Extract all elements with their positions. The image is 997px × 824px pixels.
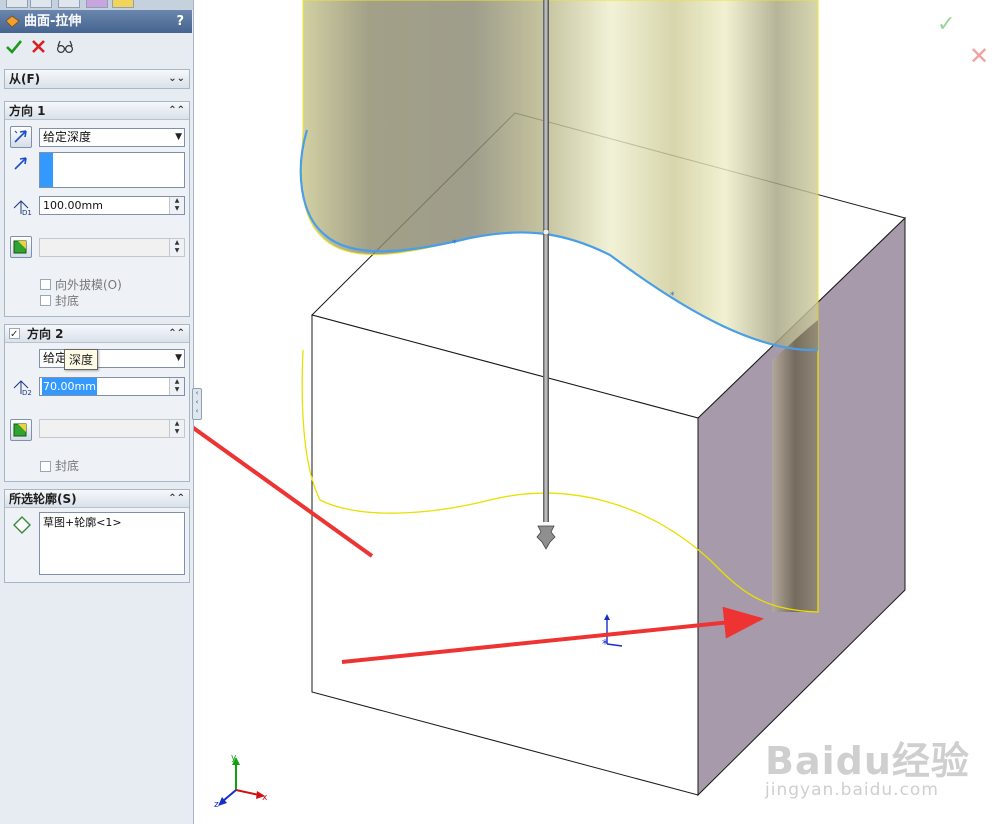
direction1-depth-input[interactable]: 100.00mm ▲ ▼ <box>39 196 185 215</box>
direction1-cap-label: 封底 <box>55 294 80 308</box>
draft-outward-label: 向外拔模(O) <box>55 278 122 292</box>
direction1-section: 方向 1 ⌃⌃ 给定深度 ▼ D1 100.00mm ▲ ▼ ▲ ▼ 向外拔模(O) <box>4 101 190 317</box>
collapse-chevron-icon[interactable]: ⌃⌃ <box>168 325 185 343</box>
axes-indicator: y x z <box>214 753 268 810</box>
depth-dimension-tag: D2 <box>22 389 32 397</box>
direction2-enable-checkbox[interactable] <box>9 326 20 344</box>
spin-arrows-icon[interactable]: ▲ ▼ <box>169 378 184 395</box>
from-section[interactable]: 从(F) ⌄⌄ <box>4 69 190 89</box>
dropdown-arrow-icon: ▼ <box>175 353 182 363</box>
panel-title: 曲面-拉伸 <box>24 14 82 29</box>
collapse-chevron-icon[interactable]: ⌃⌃ <box>168 102 185 120</box>
cancel-cross-icon[interactable] <box>32 40 45 53</box>
depth-dimension-tag: D1 <box>22 209 32 217</box>
selection-indicator <box>40 153 53 187</box>
tab-feature-manager[interactable] <box>6 0 28 8</box>
reverse-direction-button[interactable] <box>10 126 32 148</box>
direction1-label: 方向 1 <box>9 104 46 118</box>
manager-tabs <box>0 0 193 10</box>
draft-icon <box>13 240 27 254</box>
surface-extrude-icon <box>5 15 20 28</box>
dropdown-arrow-icon: ▼ <box>175 132 182 142</box>
draft-angle-input[interactable]: ▲ ▼ <box>39 238 185 257</box>
ok-check-icon[interactable] <box>6 40 22 54</box>
property-manager-panel: 曲面-拉伸 ? 从(F) ⌄⌄ 方向 1 ⌃⌃ 给定深度 ▼ D1 100.00… <box>0 0 202 824</box>
tab-property-manager[interactable] <box>30 0 52 8</box>
tab-display-manager[interactable] <box>112 0 134 8</box>
direction-vector-field[interactable] <box>39 152 185 188</box>
collapse-chevron-icon[interactable]: ⌃⌃ <box>168 490 185 508</box>
direction2-cap-label: 封底 <box>55 459 80 473</box>
watermark-brand: Baidu经验 <box>765 739 970 783</box>
watermark-url: jingyan.baidu.com <box>765 780 939 800</box>
preview-glasses-icon[interactable] <box>56 40 74 54</box>
list-item[interactable]: 草图+轮廓<1> <box>40 513 184 531</box>
spin-arrows-icon[interactable]: ▲ ▼ <box>169 420 184 437</box>
selected-contours-section: 所选轮廓(S) ⌃⌃ 草图+轮廓<1> <box>4 489 190 583</box>
draft-toggle-button[interactable] <box>10 419 32 441</box>
tab-dimxpert[interactable] <box>86 0 108 8</box>
axis-x-label: x <box>262 793 268 803</box>
selected-contours-list[interactable]: 草图+轮廓<1> <box>39 512 185 575</box>
tab-configuration-manager[interactable] <box>58 0 80 8</box>
direction-arrow-icon <box>14 157 27 170</box>
help-button[interactable]: ? <box>176 10 184 33</box>
selected-contours-label: 所选轮廓(S) <box>9 492 77 506</box>
expand-chevron-icon[interactable]: ⌄⌄ <box>168 70 185 88</box>
panel-resize-handle[interactable]: ‹ ‹ ‹ <box>192 388 202 420</box>
corner-ok-check-icon[interactable]: ✓ <box>937 12 955 37</box>
svg-text:*: * <box>670 291 675 301</box>
direction2-section: 方向 2 ⌃⌃ 给定 ▼ D2 70.00mm ▲▼ ▲▼ 封底 <box>4 324 190 482</box>
axis-y-label: y <box>231 753 237 763</box>
reverse-direction-icon <box>14 130 27 143</box>
from-section-label: 从(F) <box>9 72 41 86</box>
direction1-cap-checkbox[interactable] <box>40 295 51 306</box>
surface-back-strip <box>772 320 818 612</box>
direction2-end-condition-select[interactable]: 给定 ▼ <box>39 349 185 368</box>
svg-text:*: * <box>602 637 608 651</box>
spin-arrows-icon[interactable]: ▲ ▼ <box>169 239 184 256</box>
panel-title-bar: 曲面-拉伸 ? <box>0 10 192 33</box>
contour-diamond-icon <box>13 516 31 534</box>
end-condition-tooltip: 深度 <box>64 349 99 370</box>
draft-toggle-button[interactable] <box>10 236 32 258</box>
direction2-label: 方向 2 <box>27 327 64 341</box>
direction2-depth-input[interactable]: 70.00mm ▲ ▼ <box>39 377 185 396</box>
draft-angle-input[interactable]: ▲ ▼ <box>39 419 185 438</box>
axis-z-label: z <box>214 800 219 810</box>
draft-icon <box>13 423 27 437</box>
draft-outward-checkbox[interactable] <box>40 279 51 290</box>
direction1-end-condition-select[interactable]: 给定深度 ▼ <box>39 128 185 147</box>
svg-text:*: * <box>452 239 457 249</box>
corner-cancel-x-icon[interactable]: ✕ <box>969 42 989 70</box>
direction2-cap-checkbox[interactable] <box>40 461 51 472</box>
spin-arrows-icon[interactable]: ▲ ▼ <box>169 197 184 214</box>
